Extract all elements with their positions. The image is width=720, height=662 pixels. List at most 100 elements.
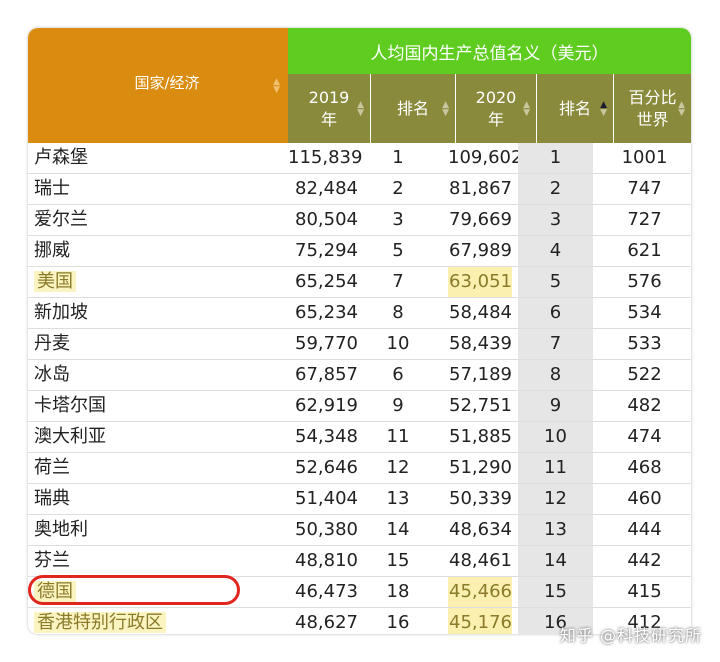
percent-world: 415 <box>627 581 662 602</box>
percent-world: 442 <box>627 550 662 571</box>
rank-2019: 1 <box>392 147 404 168</box>
rank-2019: 6 <box>392 364 404 385</box>
percent-world: 621 <box>627 240 662 261</box>
col-2020-header[interactable]: 2020 年 ▲ ▼ <box>456 74 536 143</box>
rank-2019: 2 <box>392 178 404 199</box>
col-pct-line1: 百分比 <box>628 87 677 107</box>
country-name: 荷兰 <box>34 457 70 478</box>
value-2019: 46,473 <box>295 581 358 602</box>
value-2019: 82,484 <box>295 178 358 199</box>
country-name: 冰岛 <box>34 364 70 385</box>
rank-2019: 5 <box>392 240 404 261</box>
rank-2019: 14 <box>386 519 410 540</box>
percent-world: 1001 <box>621 147 668 168</box>
col-pct-header[interactable]: 百分比 世界 ▲ ▼ <box>614 74 691 143</box>
percent-world: 522 <box>627 364 662 385</box>
table-row: 挪威 75,294 5 67,989 4 621 <box>28 236 691 267</box>
table-row: 荷兰 52,646 12 51,290 11 468 <box>28 453 691 484</box>
rank-2020: 13 <box>518 515 593 545</box>
col-rank-2020-label: 排名 <box>558 98 591 118</box>
rank-2020: 9 <box>518 391 593 421</box>
value-2020: 57,189 <box>449 364 512 385</box>
country-name: 卢森堡 <box>34 147 88 168</box>
country-name: 芬兰 <box>34 550 70 571</box>
country-column-header[interactable]: 国家/经济 ▲ ▼ <box>28 28 288 143</box>
rank-2020: 10 <box>518 422 593 452</box>
value-2020: 48,461 <box>449 550 512 571</box>
table-row: 奥地利 50,380 14 48,634 13 444 <box>28 515 691 546</box>
rank-2020: 3 <box>518 205 593 235</box>
rank-2020: 1 <box>518 143 593 173</box>
rank-2019: 9 <box>392 395 404 416</box>
rank-2019: 10 <box>386 333 410 354</box>
rank-2020: 6 <box>518 298 593 328</box>
col-pct-line2: 世界 <box>636 109 669 129</box>
highlight-circle <box>28 575 240 605</box>
rank-2020: 14 <box>518 546 593 576</box>
value-2019: 51,404 <box>295 488 358 509</box>
percent-world: 533 <box>627 333 662 354</box>
rank-2019: 3 <box>392 209 404 230</box>
value-2020-highlight: 63,051 <box>448 267 512 297</box>
percent-world: 474 <box>627 426 662 447</box>
country-name: 瑞典 <box>34 488 70 509</box>
country-name: 美国 <box>34 267 76 297</box>
sort-icon[interactable]: ▲ ▼ <box>357 100 364 117</box>
percent-world: 460 <box>627 488 662 509</box>
col-rank-2020-header[interactable]: 排名 ▲ ▼ <box>537 74 613 143</box>
rank-2019: 8 <box>392 302 404 323</box>
country-name: 丹麦 <box>34 333 70 354</box>
value-2019: 52,646 <box>295 457 358 478</box>
country-name: 奥地利 <box>34 519 88 540</box>
value-2019: 65,234 <box>295 302 358 323</box>
percent-world: 576 <box>627 271 662 292</box>
group-header-title: 人均国内生产总值名义（美元） <box>370 43 609 64</box>
country-name-highlight: 美国 <box>34 271 76 292</box>
table-row: 澳大利亚 54,348 11 51,885 10 474 <box>28 422 691 453</box>
rank-2020: 5 <box>518 267 593 297</box>
rank-2019: 16 <box>386 612 410 633</box>
value-2019: 67,857 <box>295 364 358 385</box>
col-rank-2019-header[interactable]: 排名 ▲ ▼ <box>371 74 455 143</box>
value-2019: 59,770 <box>295 333 358 354</box>
table-row: 芬兰 48,810 15 48,461 14 442 <box>28 546 691 577</box>
rank-2020: 12 <box>518 484 593 514</box>
value-2020-highlight: 45,466 <box>448 577 512 607</box>
value-2019: 54,348 <box>295 426 358 447</box>
table-row: 卡塔尔国 62,919 9 52,751 9 482 <box>28 391 691 422</box>
rank-2019: 12 <box>386 457 410 478</box>
sort-icon[interactable]: ▲ ▼ <box>523 100 530 117</box>
value-2020: 58,439 <box>449 333 512 354</box>
rank-2019: 15 <box>386 550 410 571</box>
sort-ascending-icon[interactable]: ▲ ▼ <box>600 100 607 117</box>
value-2020: 51,290 <box>449 457 512 478</box>
country-name-highlight: 香港特别行政区 <box>34 612 166 633</box>
rank-2020: 15 <box>518 577 593 607</box>
percent-world: 727 <box>627 209 662 230</box>
value-2020: 52,751 <box>449 395 512 416</box>
value-2020: 58,484 <box>449 302 512 323</box>
table-row: 爱尔兰 80,504 3 79,669 3 727 <box>28 205 691 236</box>
value-2019: 62,919 <box>295 395 358 416</box>
table-row: 新加坡 65,234 8 58,484 6 534 <box>28 298 691 329</box>
percent-world: 747 <box>627 178 662 199</box>
value-2020: 51,885 <box>449 426 512 447</box>
sort-icon[interactable]: ▲ ▼ <box>273 77 280 94</box>
sort-icon[interactable]: ▲ ▼ <box>442 100 449 117</box>
group-header: 人均国内生产总值名义（美元） <box>288 28 691 74</box>
country-name: 香港特别行政区 <box>34 608 166 634</box>
country-header-label: 国家/经济 <box>134 74 200 92</box>
country-name: 挪威 <box>34 240 70 261</box>
country-name: 澳大利亚 <box>34 426 106 447</box>
value-2019: 48,810 <box>295 550 358 571</box>
percent-world: 534 <box>627 302 662 323</box>
value-2019: 75,294 <box>295 240 358 261</box>
value-2019: 48,627 <box>295 612 358 633</box>
col-2019-header[interactable]: 2019 年 ▲ ▼ <box>288 74 370 143</box>
percent-world: 468 <box>627 457 662 478</box>
value-2020: 109,602 <box>448 147 523 168</box>
watermark: 知乎 @科技研究所 <box>559 626 702 645</box>
sort-icon[interactable]: ▲ ▼ <box>678 100 685 117</box>
rank-2019: 18 <box>386 581 410 602</box>
table-row: 瑞典 51,404 13 50,339 12 460 <box>28 484 691 515</box>
